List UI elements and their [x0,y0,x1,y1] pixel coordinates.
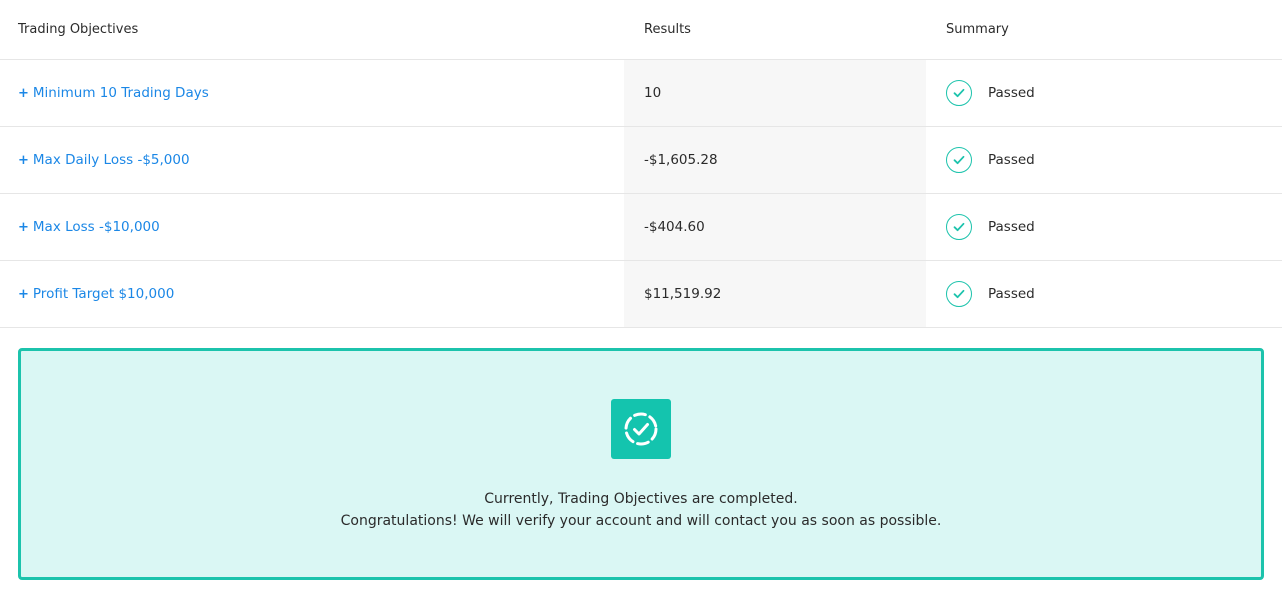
result-value: 10 [644,85,662,101]
objective-label: Profit Target $10,000 [32,286,175,302]
result-value: -$1,605.28 [644,152,718,168]
objective-cell: + Max Daily Loss -$5,000 [18,127,190,193]
result-value: $11,519.92 [644,286,722,302]
result-cell: $11,519.92 [624,261,926,327]
table-row: + Max Loss -$10,000 -$404.60 Passed [0,194,1282,261]
status-label: Passed [988,219,1035,235]
summary-header-cell: Summary [946,0,1009,59]
result-cell: 10 [624,60,926,126]
completion-message: Currently, Trading Objectives are comple… [21,488,1261,532]
plus-icon: + [18,286,29,302]
results-header-cell: Results [624,0,926,59]
completion-message-line2: Congratulations! We will verify your acc… [340,513,942,529]
result-cell: -$404.60 [624,194,926,260]
status-label: Passed [988,286,1035,302]
table-row: + Max Daily Loss -$5,000 -$1,605.28 Pass… [0,127,1282,194]
objective-expand-link[interactable]: + Minimum 10 Trading Days [18,85,209,101]
table-header-row: Trading Objectives Results Summary [0,0,1282,60]
summary-cell: Passed [946,127,1035,193]
results-column-header: Results [644,22,691,37]
objective-expand-link[interactable]: + Max Loss -$10,000 [18,219,160,235]
check-circle-icon [946,281,972,307]
objective-cell: + Max Loss -$10,000 [18,194,160,260]
check-circle-icon [946,214,972,240]
result-value: -$404.60 [644,219,705,235]
objective-cell: + Minimum 10 Trading Days [18,60,209,126]
completion-message-line1: Currently, Trading Objectives are comple… [484,491,798,507]
check-circle-icon [946,80,972,106]
summary-cell: Passed [946,60,1035,126]
objective-label: Max Daily Loss -$5,000 [32,152,190,168]
objective-label: Max Loss -$10,000 [32,219,160,235]
objective-label: Minimum 10 Trading Days [32,85,209,101]
table-row: + Profit Target $10,000 $11,519.92 Passe… [0,261,1282,328]
summary-cell: Passed [946,261,1035,327]
objective-expand-link[interactable]: + Max Daily Loss -$5,000 [18,152,190,168]
objective-expand-link[interactable]: + Profit Target $10,000 [18,286,174,302]
objectives-column-header: Trading Objectives [18,22,139,37]
status-label: Passed [988,152,1035,168]
summary-cell: Passed [946,194,1035,260]
plus-icon: + [18,85,29,101]
objective-cell: + Profit Target $10,000 [18,261,174,327]
status-label: Passed [988,85,1035,101]
result-cell: -$1,605.28 [624,127,926,193]
trading-objectives-table: Trading Objectives Results Summary + Min… [0,0,1282,328]
summary-column-header: Summary [946,22,1009,37]
plus-icon: + [18,152,29,168]
table-row: + Minimum 10 Trading Days 10 Passed [0,60,1282,127]
dashed-circle-check-icon [611,399,671,459]
check-circle-icon [946,147,972,173]
objectives-header-cell: Trading Objectives [18,0,138,59]
plus-icon: + [18,219,29,235]
objectives-completed-banner: Currently, Trading Objectives are comple… [18,348,1264,580]
